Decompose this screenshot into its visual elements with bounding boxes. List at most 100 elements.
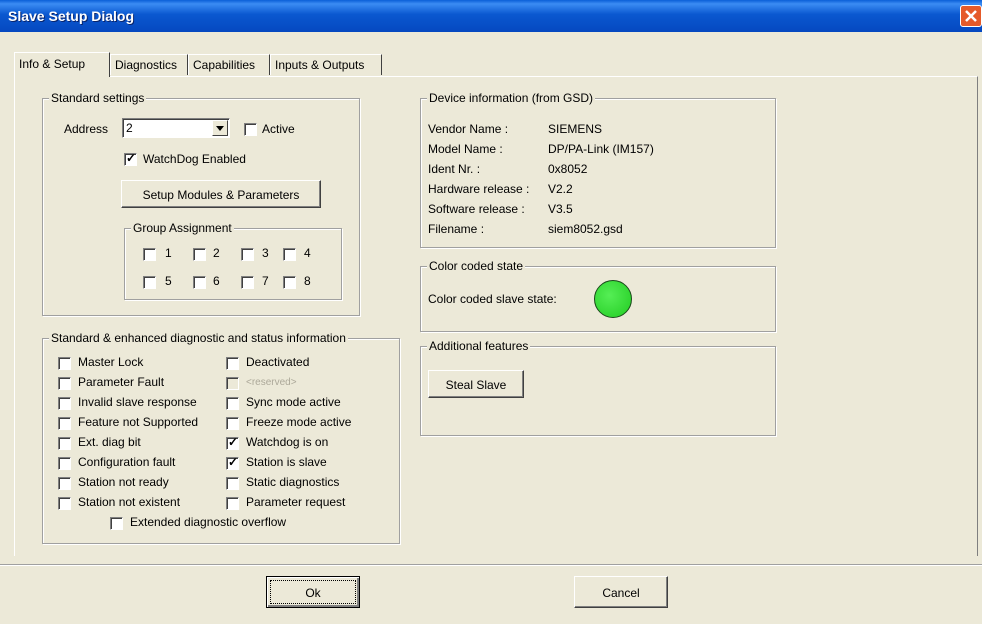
device-info-value: SIEMENS	[548, 122, 603, 136]
group-4-checkbox[interactable]	[283, 248, 296, 261]
watchdog-label: WatchDog Enabled	[143, 152, 246, 166]
group-8-label: 8	[304, 274, 311, 288]
device-info-key: Filename :	[428, 222, 485, 236]
diag-checkbox[interactable]: ✓	[226, 435, 239, 450]
check-icon: ✓	[228, 435, 239, 449]
diag-checkbox[interactable]	[226, 477, 239, 490]
diag-label: Invalid slave response	[78, 395, 197, 409]
diag-checkbox[interactable]	[226, 397, 239, 410]
group-2-checkbox[interactable]	[193, 248, 206, 261]
diag-label: Parameter Fault	[78, 375, 165, 389]
diag-label: Sync mode active	[246, 395, 341, 409]
group-5-label: 5	[165, 274, 172, 288]
tab-info-setup[interactable]: Info & Setup	[14, 52, 110, 77]
group-2-label: 2	[213, 246, 220, 260]
additional-features-legend: Additional features	[427, 339, 531, 353]
address-select[interactable]: 2	[122, 118, 230, 138]
check-icon: ✓	[228, 455, 239, 469]
device-info-value: 0x8052	[548, 162, 588, 176]
diag-checkbox[interactable]	[58, 457, 71, 470]
diag-checkbox[interactable]	[226, 357, 239, 370]
dropdown-button[interactable]	[212, 120, 228, 136]
group-7-label: 7	[262, 274, 269, 288]
diag-label: <reserved>	[246, 377, 297, 388]
device-info-legend: Device information (from GSD)	[427, 91, 596, 105]
group-6-checkbox[interactable]	[193, 276, 206, 289]
tab-label: Info & Setup	[19, 57, 86, 71]
active-label: Active	[262, 122, 295, 136]
diag-checkbox[interactable]	[58, 397, 71, 410]
diag-label: Configuration fault	[78, 455, 176, 469]
diag-checkbox[interactable]: ✓	[226, 455, 239, 470]
color-state-legend: Color coded state	[427, 259, 526, 273]
diag-label: Parameter request	[246, 495, 346, 509]
address-label: Address	[64, 122, 109, 136]
close-button[interactable]	[960, 5, 982, 27]
extended-overflow-checkbox[interactable]	[110, 517, 123, 530]
diag-checkbox[interactable]	[58, 357, 71, 370]
diag-label: Feature not Supported	[78, 415, 199, 429]
steal-slave-button[interactable]: Steal Slave	[428, 370, 524, 398]
cancel-button[interactable]: Cancel	[574, 576, 668, 608]
diag-label: Watchdog is on	[246, 435, 329, 449]
group-3-checkbox[interactable]	[241, 248, 254, 261]
active-checkbox[interactable]	[244, 123, 257, 136]
diag-checkbox[interactable]	[58, 377, 71, 390]
chevron-down-icon	[216, 126, 224, 131]
group-1-checkbox[interactable]	[143, 248, 156, 261]
diag-checkbox[interactable]	[226, 497, 239, 510]
footer-divider-highlight	[0, 565, 982, 566]
device-info-key: Model Name :	[428, 142, 503, 156]
check-icon: ✓	[126, 151, 137, 165]
diag-checkbox[interactable]	[58, 497, 71, 510]
ok-button[interactable]: Ok	[266, 576, 360, 608]
diag-label: Master Lock	[78, 355, 144, 369]
steal-slave-label: Steal Slave	[445, 378, 507, 392]
diag-label: Ext. diag bit	[78, 435, 141, 449]
diag-label: Station is slave	[246, 455, 327, 469]
tab-capabilities[interactable]: Capabilities	[188, 54, 270, 75]
diagnostic-legend: Standard & enhanced diagnostic and statu…	[49, 331, 348, 345]
tab-label: Inputs & Outputs	[275, 58, 365, 72]
tab-label: Capabilities	[193, 58, 256, 72]
diag-label: Station not existent	[78, 495, 181, 509]
title-bar: Slave Setup Dialog	[0, 0, 982, 32]
close-icon	[965, 10, 977, 22]
tab-diagnostics[interactable]: Diagnostics	[110, 54, 188, 75]
device-info-key: Hardware release :	[428, 182, 530, 196]
focus-ring	[270, 580, 356, 604]
device-info-value: siem8052.gsd	[548, 222, 623, 236]
group-7-checkbox[interactable]	[241, 276, 254, 289]
device-info-key: Ident Nr. :	[428, 162, 481, 176]
tab-inputs-outputs[interactable]: Inputs & Outputs	[270, 54, 382, 75]
group-6-label: 6	[213, 274, 220, 288]
diag-checkbox[interactable]	[226, 417, 239, 430]
group-5-checkbox[interactable]	[143, 276, 156, 289]
setup-modules-button[interactable]: Setup Modules & Parameters	[121, 180, 321, 208]
group-1-label: 1	[165, 246, 172, 260]
tab-label: Diagnostics	[115, 58, 178, 72]
group-assignment-legend: Group Assignment	[131, 221, 234, 235]
group-4-label: 4	[304, 246, 311, 260]
diag-label: Deactivated	[246, 355, 310, 369]
device-info-value: V2.2	[548, 182, 573, 196]
device-info-key: Software release :	[428, 202, 525, 216]
setup-modules-label: Setup Modules & Parameters	[142, 188, 300, 202]
diag-checkbox[interactable]	[58, 437, 71, 450]
window-title: Slave Setup Dialog	[8, 8, 135, 24]
watchdog-checkbox[interactable]: ✓	[124, 151, 137, 166]
group-3-label: 3	[262, 246, 269, 260]
color-state-label: Color coded slave state:	[428, 292, 557, 306]
diag-checkbox[interactable]	[58, 477, 71, 490]
diag-checkbox[interactable]	[58, 417, 71, 430]
extended-overflow-label: Extended diagnostic overflow	[130, 515, 287, 529]
diag-label: Static diagnostics	[246, 475, 340, 489]
address-value: 2	[126, 121, 133, 135]
device-info-value: V3.5	[548, 202, 573, 216]
group-assignment-group: Group Assignment	[124, 221, 342, 300]
status-led	[594, 280, 632, 318]
cancel-label: Cancel	[602, 586, 640, 600]
device-info-key: Vendor Name :	[428, 122, 509, 136]
standard-settings-legend: Standard settings	[49, 91, 147, 105]
group-8-checkbox[interactable]	[283, 276, 296, 289]
